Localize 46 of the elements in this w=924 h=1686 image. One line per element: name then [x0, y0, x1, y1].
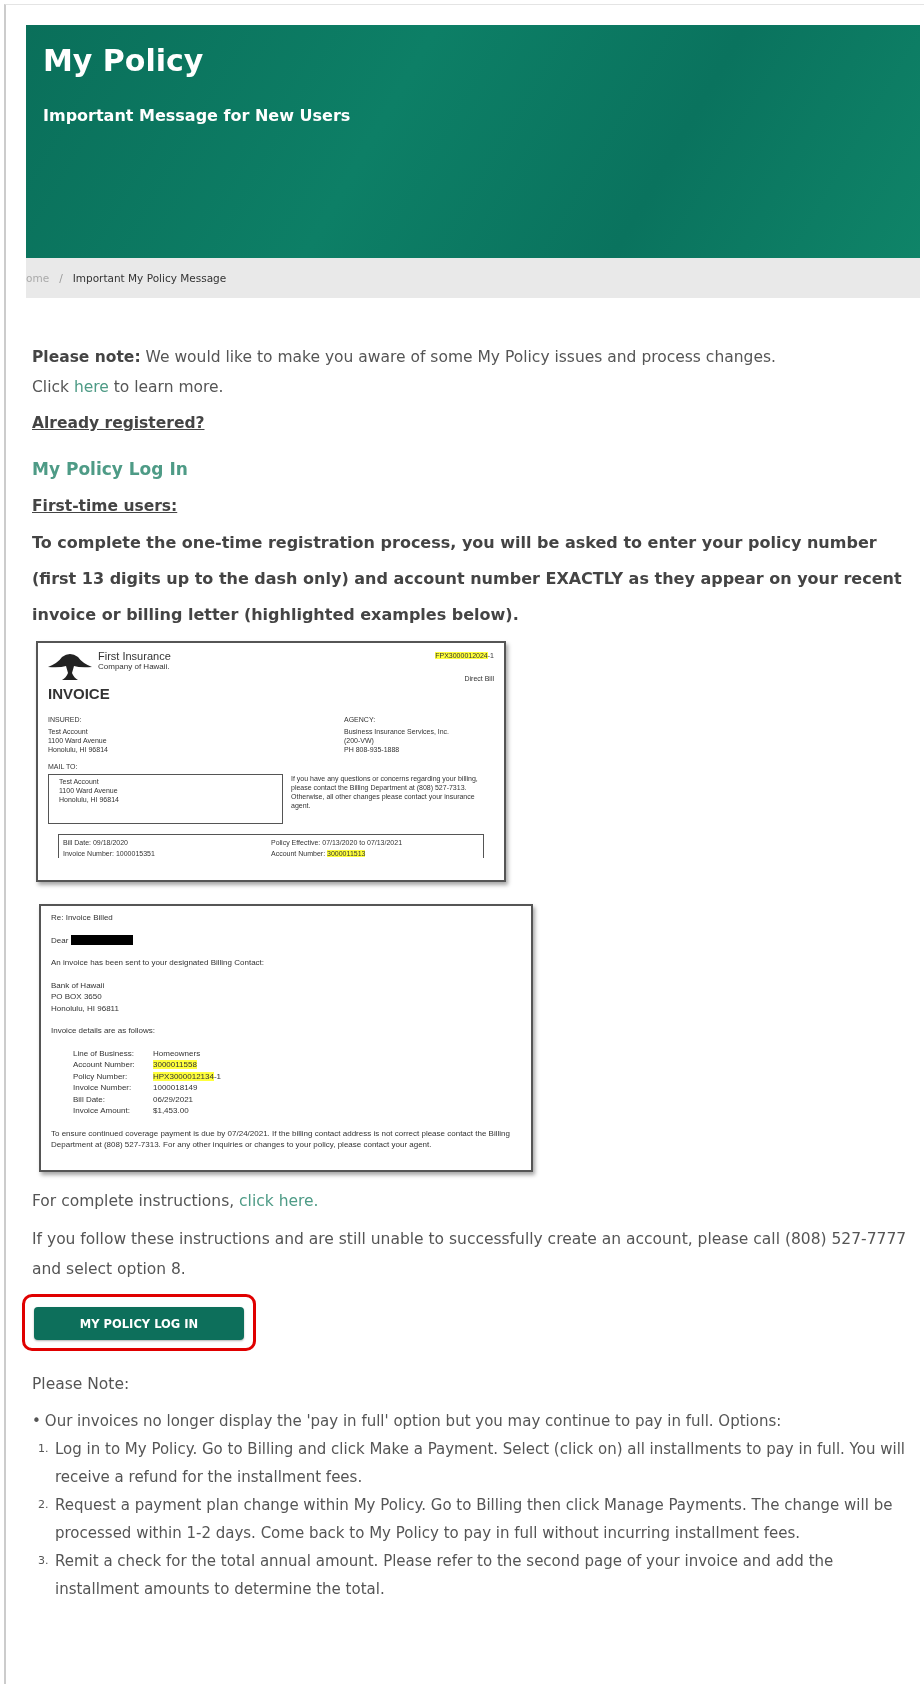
notice-text: Please note: We would like to make you aware of some My Policy issues and process changes. Click here to learn more. [32, 347, 777, 398]
option-text: Log in to My Policy. Go to Billing and click Make a Payment. Select (click on) all installments to pay in full. You will receive a refund for the installment fees. [55, 1439, 906, 1488]
detail-value: 06/29/2021 [153, 1093, 195, 1105]
detail-label: Line of Business: [73, 1047, 135, 1059]
address-line: PO BOX 3650 [51, 991, 103, 1003]
section-heading: Already registered? [32, 413, 205, 434]
bullet-marker: • [32, 1411, 41, 1432]
company-name: First Insurance [98, 651, 171, 662]
option-text: Request a payment plan change within My Policy. Go to Billing then click Manage Payments. The change will be processed within 1-2 days. Come back to My Policy to pay in full without incurring installment fees. [55, 1495, 894, 1544]
letter-text: To ensure continued coverage payment is due by 07/24/2021. If the billing contact address is not correct please contact the Billing Department at (808) 527-7313. For any other inquiries or changes to your policy, please contact your agent. [51, 1127, 511, 1151]
invoice-title: INVOICE [48, 685, 111, 703]
tree-logo-icon [48, 651, 92, 681]
breadcrumb-separator: / [59, 272, 63, 284]
login-link[interactable]: My Policy Log In [32, 454, 188, 484]
detail-value: 1000018149 [153, 1082, 199, 1094]
breadcrumb-link[interactable]: ome [26, 272, 50, 284]
click-here-link[interactable]: click here. [239, 1192, 319, 1210]
note-heading: Please Note: [32, 1374, 131, 1395]
detail-label: Bill Date: [73, 1093, 106, 1105]
page-title: My Policy [43, 43, 205, 78]
instructions-link-text: For complete instructions, click here. [32, 1191, 320, 1212]
page-subtitle: Important Message for New Users [43, 106, 352, 125]
letter-greeting: Dear [51, 935, 69, 945]
detail-value: $1,453.00 [153, 1105, 190, 1117]
letter-text: An invoice has been sent to your designated Billing Contact: [51, 957, 266, 969]
detail-value: 3000011558 [153, 1059, 198, 1071]
login-button[interactable]: MY POLICY LOG IN [34, 1307, 244, 1340]
help-text: If you follow these instructions and are still unable to successfully create an account, please call (808) 527-7777 and select option 8. [32, 1229, 908, 1280]
letter-text: Invoice details are as follows: [51, 1025, 157, 1037]
option-number: 1. [38, 1441, 50, 1457]
address-line: Honolulu, HI 96811 [51, 1002, 120, 1014]
section-heading: First-time users: [32, 496, 178, 517]
detail-value: Homeowners [153, 1047, 202, 1059]
option-number: 2. [38, 1497, 50, 1513]
learn-more-link[interactable]: here [73, 378, 109, 396]
detail-label: Account Number: [73, 1059, 136, 1071]
detail-label: Invoice Number: [73, 1082, 133, 1094]
letter-subject: Re: Invoice Billed [51, 912, 114, 924]
option-number: 3. [38, 1553, 50, 1569]
company-subtitle: Company of Hawaii. [98, 662, 171, 671]
detail-label: Policy Number: [73, 1070, 129, 1082]
address-line: Bank of Hawaii [51, 979, 106, 991]
option-text: Remit a check for the total annual amount. Please refer to the second page of your invoice and add the installment amounts to determine the total. [55, 1551, 835, 1600]
detail-label: Invoice Amount: [73, 1105, 131, 1117]
bullet-text: Our invoices no longer display the 'pay in full' option but you may continue to pay in full. Options: [44, 1411, 782, 1432]
instructions-text: To complete the one-time registration process, you will be asked to enter your policy number (first 13 digits up to the dash only) and account number EXACTLY as they appear on your recent invoice or billing letter (highlighted examples below). [32, 532, 903, 626]
